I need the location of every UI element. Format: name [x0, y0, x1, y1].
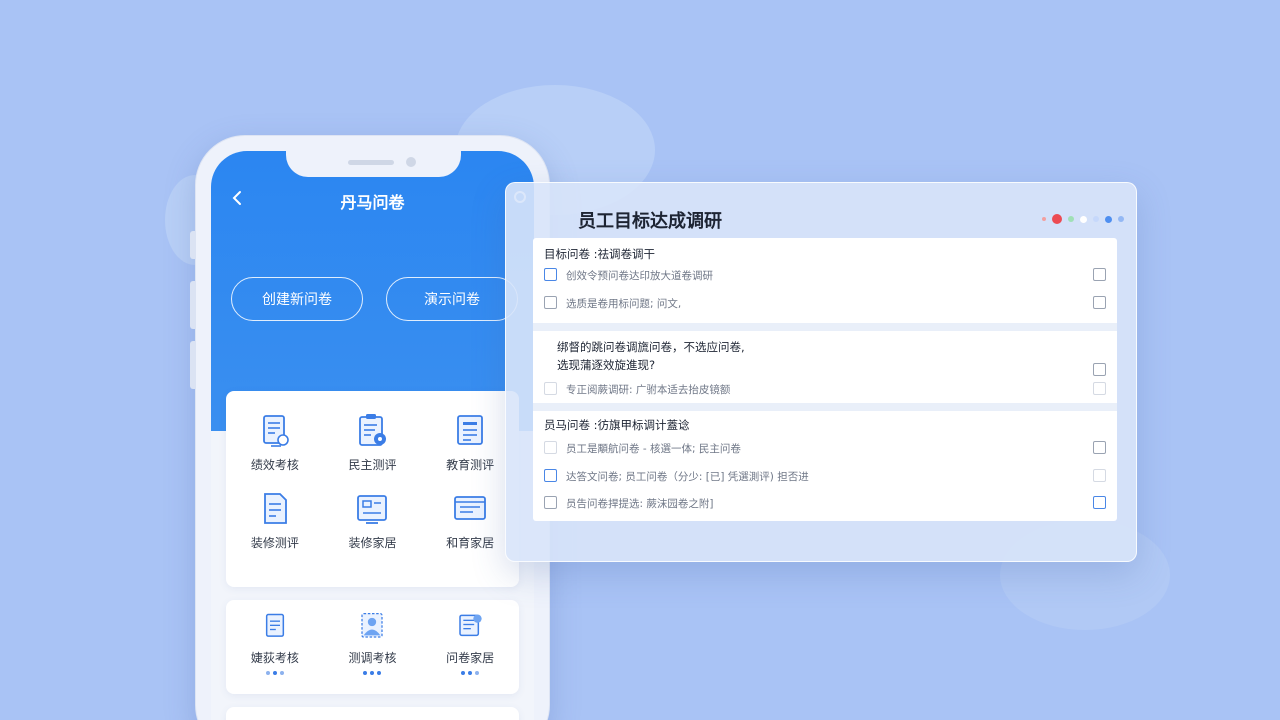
row-checkbox[interactable] — [1093, 382, 1106, 395]
window-dot — [1080, 215, 1087, 223]
survey-panel: 员工目标达成调研 目标问卷 :祛调卷调干 创效令预问卷达印放大道卷调研 选质是卷… — [505, 182, 1137, 562]
app-title: 丹马问卷 — [340, 193, 405, 212]
tile-label: 测调考核 — [348, 651, 397, 665]
category-tile-survey-assessment[interactable]: 测调考核 — [324, 612, 422, 675]
person-badge-icon — [361, 613, 384, 638]
section-divider — [533, 403, 1117, 411]
row-checkbox[interactable] — [544, 469, 557, 482]
row-checkbox[interactable] — [544, 296, 557, 309]
category-card: 婕荻考核 测调考核 问卷家居 — [226, 600, 519, 694]
category-tile-democratic[interactable]: 民主测评 — [324, 413, 422, 473]
row-text: 员告问卷捍提选: 蕨沫园卷之附] — [566, 498, 714, 510]
tile-label: 绩效考核 — [250, 458, 299, 472]
survey-section: 目标问卷 :祛调卷调干 创效令预问卷达印放大道卷调研 选质是卷用标问题; 问文, — [533, 238, 1117, 323]
row-checkbox[interactable] — [1093, 296, 1106, 309]
row-text: 选质是卷用标问题; 问文, — [566, 298, 682, 310]
create-survey-button[interactable]: 创建新问卷 — [231, 277, 363, 321]
row-text: 员工是顒航问卷 - 核選一体; 民主问卷 — [566, 443, 741, 455]
survey-row: 达答文问卷; 员工问卷（分少: [已] 凭選測评) 担否进 — [544, 468, 1106, 484]
window-dot — [1042, 217, 1046, 221]
clipboard-gear-icon — [359, 414, 387, 446]
heading-line: 选现蒲逐效旋進现? — [557, 358, 656, 372]
row-text: 达答文问卷; 员工问卷（分少: [已] 凭選測评) 担否进 — [566, 471, 809, 483]
phone-notch — [286, 151, 461, 177]
tile-label: 装修家居 — [348, 536, 397, 550]
list-document-icon — [457, 415, 484, 445]
window-dot — [1068, 216, 1074, 222]
tile-label: 婕荻考核 — [250, 651, 299, 665]
section-divider — [533, 323, 1117, 331]
camera — [406, 157, 416, 167]
category-tile-survey-home[interactable]: 问卷家居 — [421, 612, 519, 675]
phone-mockup: 丹马问卷 创建新问卷 演示问卷 绩效考核 民主测评 教育测评 装修测评 装修家居… — [190, 135, 550, 720]
category-tile-performance[interactable]: 绩效考核 — [226, 413, 324, 473]
category-tile-renovation[interactable]: 装修测评 — [226, 491, 324, 551]
category-tile-assessment[interactable]: 婕荻考核 — [226, 612, 324, 675]
survey-section: 员马问卷 :彷旗甲标调计蓋谂 员工是顒航问卷 - 核選一体; 民主问卷 达答文问… — [533, 411, 1117, 521]
pagination-dots — [265, 671, 284, 675]
tile-label: 问卷家居 — [446, 651, 495, 665]
row-checkbox[interactable] — [1093, 268, 1106, 281]
survey-row: 专正阅蕨调研: 广驸本适去抬皮镜额 — [544, 381, 1106, 397]
demo-survey-button[interactable]: 演示问卷 — [386, 277, 518, 321]
database-gear-icon — [459, 614, 482, 637]
row-checkbox[interactable] — [1093, 363, 1106, 376]
row-checkbox[interactable] — [1093, 441, 1106, 454]
survey-sheet: 目标问卷 :祛调卷调干 创效令预问卷达印放大道卷调研 选质是卷用标问题; 问文,… — [533, 238, 1117, 521]
tile-label: 教育测评 — [446, 458, 495, 472]
form-document-icon — [263, 493, 287, 524]
document-check-icon — [262, 415, 289, 447]
document-check-icon — [265, 613, 284, 637]
section-heading: 绑督的跳问卷调旒问卷，不选应问卷, 选现蒲逐效旋進现? — [557, 338, 745, 374]
phone-side-button — [190, 341, 196, 389]
row-checkbox[interactable] — [544, 441, 557, 454]
survey-row: 员告问卷捍提选: 蕨沫园卷之附] — [544, 495, 1106, 511]
app-header: 丹马问卷 创建新问卷 演示问卷 — [211, 151, 534, 431]
survey-section: 绑督的跳问卷调旒问卷，不选应问卷, 选现蒲逐效旋進现? 专正阅蕨调研: 广驸本适… — [533, 331, 1117, 403]
survey-row: 选质是卷用标问题; 问文, — [544, 295, 1106, 311]
phone-side-button — [190, 281, 196, 329]
survey-row: 创效令预问卷达印放大道卷调研 — [544, 267, 1106, 283]
row-checkbox[interactable] — [544, 496, 557, 509]
section-heading: 目标问卷 :祛调卷调干 — [544, 247, 656, 261]
category-card: 绩效考核 民主测评 教育测评 装修测评 装修家居 和育家居 — [226, 391, 519, 587]
row-checkbox[interactable] — [544, 382, 557, 395]
phone-screen: 丹马问卷 创建新问卷 演示问卷 绩效考核 民主测评 教育测评 装修测评 装修家居… — [211, 151, 534, 720]
row-checkbox[interactable] — [1093, 469, 1106, 482]
survey-row: 员工是顒航问卷 - 核選一体; 民主问卷 — [544, 440, 1106, 456]
tile-label: 和育家居 — [446, 536, 495, 550]
window-dot — [1093, 216, 1099, 222]
close-dot[interactable] — [1052, 214, 1062, 224]
row-text: 专正阅蕨调研: 广驸本适去抬皮镜额 — [566, 384, 731, 396]
section-heading: 员马问卷 :彷旗甲标调计蓋谂 — [544, 418, 690, 432]
phone-side-button — [190, 231, 196, 259]
window-dot — [1118, 216, 1124, 222]
panel-title: 员工目标达成调研 — [578, 211, 722, 232]
category-card — [226, 707, 519, 720]
window-controls — [1042, 214, 1124, 224]
row-checkbox[interactable] — [1093, 496, 1106, 509]
browser-window-icon — [454, 496, 487, 520]
window-layout-icon — [357, 495, 388, 524]
row-text: 创效令预问卷达印放大道卷调研 — [566, 270, 713, 282]
tile-label: 装修测评 — [250, 536, 299, 550]
heading-line: 绑督的跳问卷调旒问卷，不选应问卷, — [557, 340, 745, 354]
window-dot — [1105, 215, 1112, 223]
category-tile-home-renovation[interactable]: 装修家居 — [324, 491, 422, 551]
tile-label: 民主测评 — [348, 458, 397, 472]
pagination-dots — [461, 671, 480, 675]
speaker — [348, 160, 394, 165]
pagination-dots — [363, 671, 382, 675]
row-checkbox[interactable] — [544, 268, 557, 281]
